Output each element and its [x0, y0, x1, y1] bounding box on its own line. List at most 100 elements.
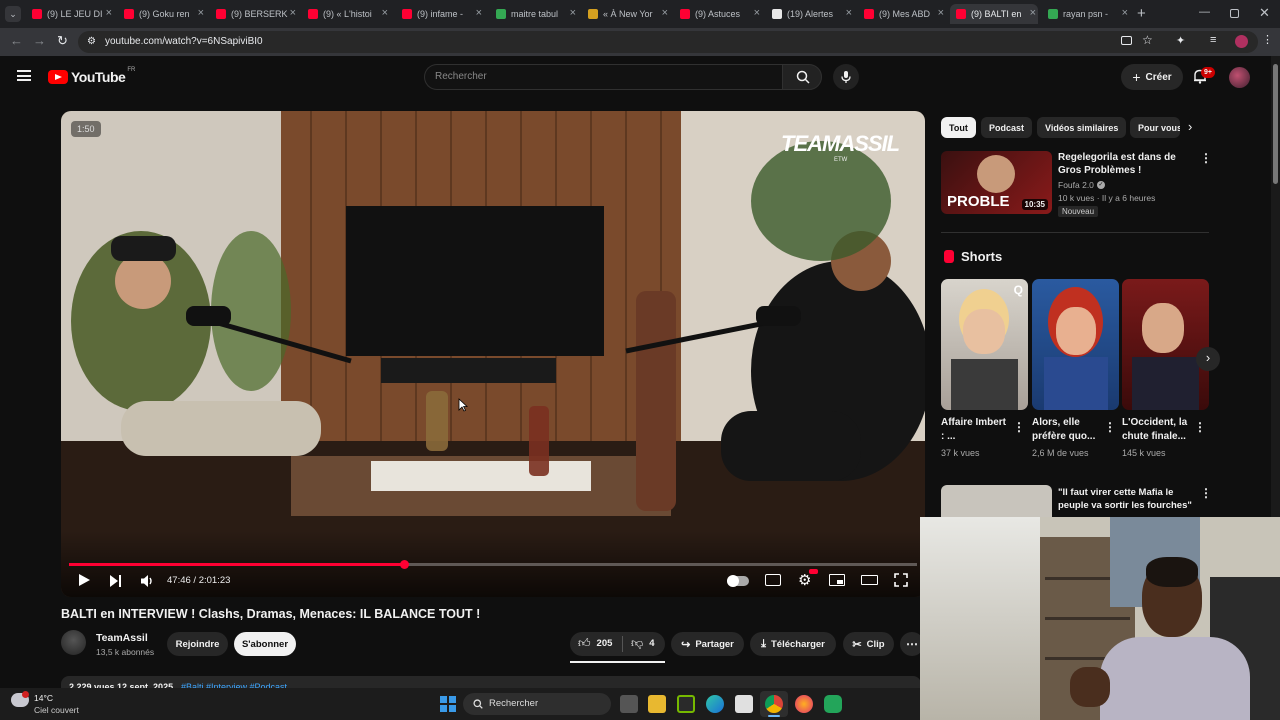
tab-close-icon[interactable]: ×: [754, 7, 760, 19]
rec-title[interactable]: "Il faut virer cette Mafia le peuple va …: [1058, 486, 1198, 512]
browser-tab[interactable]: « À New Yor ×: [582, 4, 670, 24]
volume-icon[interactable]: [140, 574, 155, 588]
short-menu-icon[interactable]: ⋮: [1013, 420, 1025, 434]
short-title[interactable]: Alors, elle préfère quo...: [1032, 416, 1098, 444]
rec-thumbnail[interactable]: [941, 485, 1052, 520]
fullscreen-icon[interactable]: [894, 573, 908, 587]
short-title[interactable]: Affaire Imbert : ...: [941, 416, 1007, 444]
discord-icon[interactable]: [824, 695, 842, 713]
browser-tab[interactable]: rayan psn - ×: [1042, 4, 1130, 24]
channel-avatar[interactable]: [61, 630, 86, 655]
theater-mode-icon[interactable]: [861, 575, 878, 585]
weather-description[interactable]: Ciel couvert: [34, 705, 79, 715]
tab-close-icon[interactable]: ×: [382, 7, 388, 19]
tab-close-icon[interactable]: ×: [1030, 7, 1036, 19]
subtitles-icon[interactable]: [765, 574, 781, 586]
subscribe-button[interactable]: S'abonner: [234, 632, 296, 656]
rec-title[interactable]: Regelegorila est dans de Gros Problèmes …: [1058, 151, 1193, 177]
browser-tab[interactable]: (9) infame - ×: [396, 4, 484, 24]
chip-for-you[interactable]: Pour vous: [1130, 117, 1180, 138]
tab-close-icon[interactable]: ×: [290, 7, 296, 19]
browser-tab[interactable]: (9) BERSERK ×: [210, 4, 298, 24]
tab-list-icon[interactable]: ⌄: [5, 6, 21, 22]
chips-next-icon[interactable]: ›: [1188, 119, 1192, 134]
tab-close-icon[interactable]: ×: [938, 7, 944, 19]
browser-tab[interactable]: maitre tabul ×: [490, 4, 578, 24]
browser-tab[interactable]: (9) Astuces ×: [674, 4, 762, 24]
hamburger-menu-icon[interactable]: [17, 70, 31, 81]
chip-podcast[interactable]: Podcast: [981, 117, 1033, 138]
next-button[interactable]: [110, 575, 122, 587]
back-icon[interactable]: ←: [10, 33, 23, 48]
tab-close-icon[interactable]: ×: [570, 7, 576, 19]
chrome-menu-icon[interactable]: ⋮: [1262, 33, 1273, 46]
file-explorer-icon[interactable]: [648, 695, 666, 713]
tab-close-icon[interactable]: ×: [1122, 7, 1128, 19]
minimize-button[interactable]: —: [1199, 6, 1210, 18]
search-input[interactable]: Rechercher: [424, 64, 782, 90]
join-button[interactable]: Rejoindre: [167, 632, 228, 656]
restore-button[interactable]: [1230, 9, 1239, 18]
browser-tab[interactable]: (9) BALTI en ×: [950, 4, 1038, 24]
edge-icon[interactable]: [706, 695, 724, 713]
share-button[interactable]: ↪ Partager: [671, 632, 744, 656]
download-button[interactable]: ⤓ Télécharger: [750, 632, 836, 656]
tab-close-icon[interactable]: ×: [476, 7, 482, 19]
browser-tab[interactable]: (9) Mes ABD ×: [858, 4, 946, 24]
rec-channel[interactable]: Foufa 2.0 ✓: [1058, 180, 1105, 190]
chrome-icon[interactable]: [765, 695, 783, 713]
create-button[interactable]: + Créer: [1121, 64, 1183, 90]
like-button[interactable]: 👍︎ 205: [578, 636, 612, 651]
task-view-icon[interactable]: [620, 695, 638, 713]
miniplayer-icon[interactable]: [829, 574, 845, 586]
play-button[interactable]: [79, 574, 90, 586]
store-icon[interactable]: [735, 695, 753, 713]
short-menu-icon[interactable]: ⋮: [1104, 420, 1116, 434]
extensions-icon[interactable]: ✦: [1176, 34, 1185, 47]
tab-close-icon[interactable]: ×: [846, 7, 852, 19]
rec-thumbnail[interactable]: PROBLE 10:35: [941, 151, 1052, 214]
install-app-icon[interactable]: [1121, 36, 1132, 45]
weather-temperature[interactable]: 14°C: [34, 693, 53, 703]
short-menu-icon[interactable]: ⋮: [1194, 420, 1206, 434]
site-info-icon[interactable]: ⚙: [87, 36, 96, 47]
chip-tout[interactable]: Tout: [941, 117, 976, 138]
dislike-button[interactable]: 👎︎ 4: [631, 636, 654, 651]
windows-start-icon[interactable]: [440, 696, 456, 712]
reload-icon[interactable]: ↻: [57, 33, 68, 49]
browser-tab[interactable]: (9) Goku ren ×: [118, 4, 206, 24]
forward-icon[interactable]: →: [33, 33, 46, 48]
tab-close-icon[interactable]: ×: [198, 7, 204, 19]
video-player[interactable]: 1:50 TEAMASSIL ETW 47:46 / 2:01:23 ⚙: [61, 111, 925, 597]
tab-close-icon[interactable]: ×: [662, 7, 668, 19]
shorts-next-button[interactable]: ›: [1196, 347, 1220, 371]
progress-bar[interactable]: [69, 560, 917, 569]
clip-button[interactable]: ✂ Clip: [843, 632, 894, 656]
youtube-logo[interactable]: YouTube FR: [48, 67, 135, 85]
short-title[interactable]: L'Occident, la chute finale...: [1122, 416, 1190, 444]
close-window-button[interactable]: ✕: [1259, 5, 1270, 21]
voice-search-button[interactable]: [833, 64, 859, 90]
scrollbar-thumb[interactable]: [1273, 64, 1278, 184]
rec-menu-icon[interactable]: ⋮: [1200, 486, 1212, 500]
progress-scrubber[interactable]: [399, 560, 409, 569]
search-button[interactable]: [782, 64, 822, 90]
autoplay-toggle[interactable]: [727, 575, 749, 587]
browser-tab[interactable]: (9) LE JEU DI ×: [26, 4, 114, 24]
media-control-icon[interactable]: ≡: [1210, 34, 1216, 46]
bookmark-star-icon[interactable]: ☆: [1142, 33, 1153, 47]
short-thumbnail[interactable]: [1032, 279, 1119, 410]
profile-avatar[interactable]: [1235, 35, 1248, 48]
chip-similar-videos[interactable]: Vidéos similaires: [1037, 117, 1127, 138]
firefox-icon[interactable]: [795, 695, 813, 713]
tab-close-icon[interactable]: ×: [106, 7, 112, 19]
new-tab-button[interactable]: +: [1137, 5, 1146, 22]
taskbar-search-box[interactable]: Rechercher: [463, 693, 611, 715]
channel-name[interactable]: TeamAssil: [96, 632, 148, 644]
rec-menu-icon[interactable]: ⋮: [1200, 151, 1212, 165]
browser-tab[interactable]: (9) « L'histoi ×: [302, 4, 390, 24]
short-thumbnail[interactable]: [1122, 279, 1209, 410]
browser-tab[interactable]: (19) Alertes ×: [766, 4, 854, 24]
short-thumbnail[interactable]: Q: [941, 279, 1028, 410]
account-avatar[interactable]: [1229, 67, 1250, 88]
